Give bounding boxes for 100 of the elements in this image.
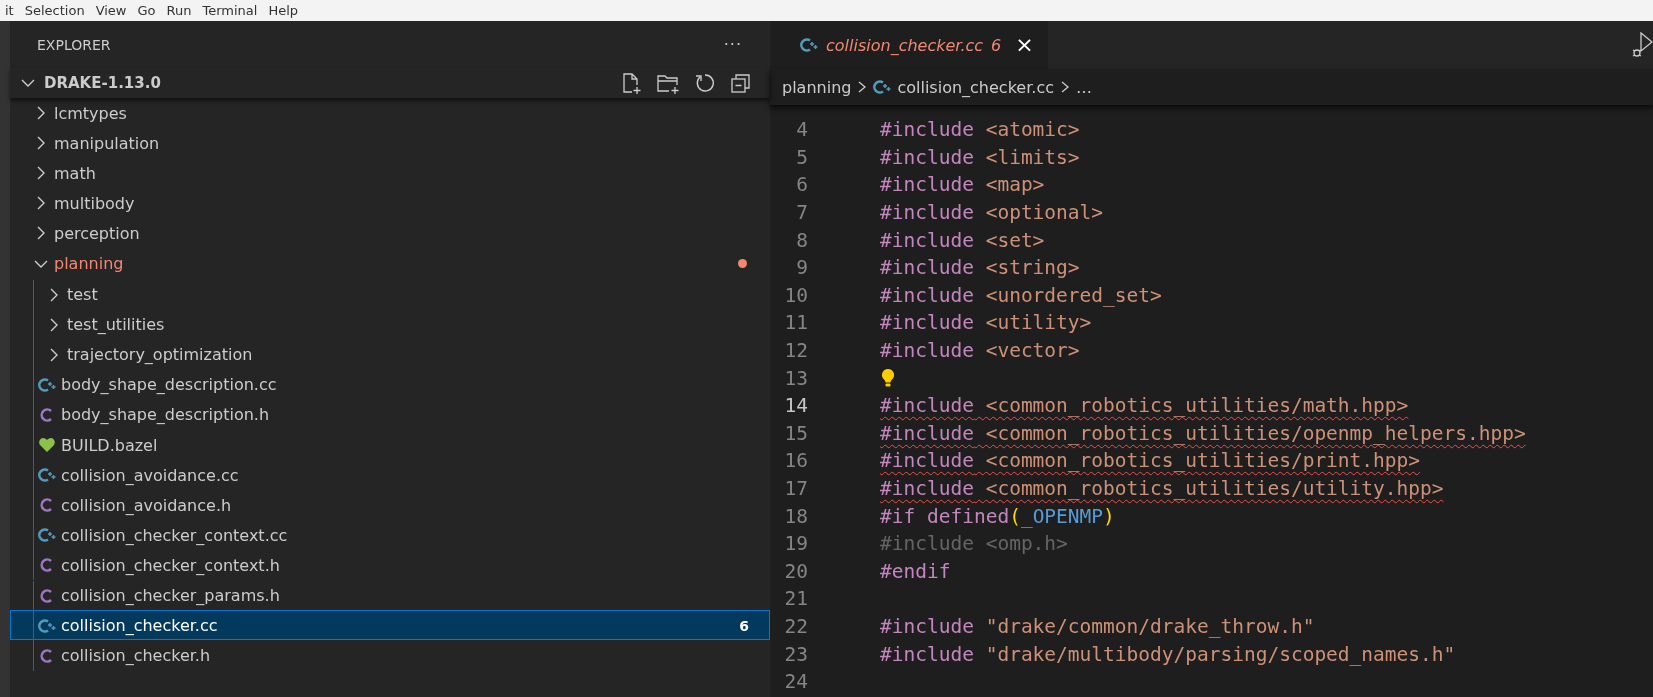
file-name: perception xyxy=(54,223,140,243)
breadcrumb-item[interactable]: collision_checker.cc xyxy=(897,77,1054,97)
file-name: math xyxy=(54,163,96,183)
file-name: collision_avoidance.cc xyxy=(61,465,239,485)
new-file-icon[interactable] xyxy=(620,72,642,94)
line-number: 20 xyxy=(783,559,808,583)
file-name: multibody xyxy=(54,193,135,213)
line-number: 9 xyxy=(795,256,808,280)
tree-item[interactable]: manipulation xyxy=(10,128,770,159)
tree-item[interactable]: body_shape_description.h xyxy=(10,398,770,430)
menu-item[interactable]: Help xyxy=(263,3,305,18)
code-line: #include <atomic> xyxy=(880,118,1080,142)
tree-item[interactable]: test xyxy=(10,278,770,309)
code-line: #include <unordered_set> xyxy=(880,283,1162,307)
line-number: 7 xyxy=(795,201,808,225)
line-number: 6 xyxy=(795,173,808,197)
tree-item[interactable]: collision_checker_context.cc xyxy=(10,519,770,550)
file-name: collision_checker.cc xyxy=(61,616,218,636)
breadcrumb-item[interactable]: planning xyxy=(782,77,852,97)
file-name: trajectory_optimization xyxy=(67,345,253,365)
cpp-file-icon xyxy=(38,616,56,635)
line-number: 17 xyxy=(783,477,808,500)
run-debug-icon[interactable] xyxy=(1631,31,1653,59)
tree-item[interactable]: perception xyxy=(10,218,770,249)
chevron-icon xyxy=(1060,80,1070,94)
file-name: collision_checker.h xyxy=(61,646,211,666)
tree-item[interactable]: collision_checker.cc 6 xyxy=(10,609,770,640)
line-number: 5 xyxy=(795,145,808,169)
code-line: #endif xyxy=(880,559,951,583)
tree-item[interactable]: collision_avoidance.h xyxy=(10,489,770,520)
line-number: 19 xyxy=(783,532,808,556)
chevron-icon xyxy=(857,80,868,94)
line-number: 14 xyxy=(783,394,808,418)
tree-item[interactable]: BUILD.bazel xyxy=(10,429,770,460)
file-name: collision_checker_params.h xyxy=(61,586,280,605)
line-number: 16 xyxy=(783,449,808,473)
cpp-file-icon xyxy=(800,36,818,54)
line-number: 13 xyxy=(783,366,808,390)
file-name: body_shape_description.h xyxy=(61,405,270,425)
more-actions-button[interactable]: ··· xyxy=(723,35,742,54)
menu-item[interactable]: Terminal xyxy=(197,3,264,18)
line-number: 12 xyxy=(783,339,808,363)
code-line: #include <set> xyxy=(880,228,1045,252)
cpp-file-icon xyxy=(873,78,892,96)
file-name: collision_checker_context.h xyxy=(61,555,280,575)
breadcrumb-item[interactable]: … xyxy=(1076,77,1092,97)
line-number: 21 xyxy=(783,587,808,611)
menu-item[interactable]: Go xyxy=(132,3,162,18)
line-number: 4 xyxy=(795,118,808,142)
line-number: 15 xyxy=(783,421,808,445)
collapse-all-icon[interactable] xyxy=(730,72,752,94)
tree-item[interactable]: body_shape_description.cc xyxy=(10,368,770,399)
tree-item[interactable]: test_utilities xyxy=(10,308,770,339)
tree-item[interactable]: lcmtypes xyxy=(10,98,770,129)
code-line: #include <omp.h> xyxy=(880,532,1068,556)
code-line: #include <optional> xyxy=(880,201,1104,225)
file-name: planning xyxy=(54,254,124,273)
editor-tab[interactable]: collision_checker.cc 6 × xyxy=(770,21,1048,69)
code-line: #include <map> xyxy=(880,173,1045,197)
cpp-file-icon xyxy=(38,466,56,485)
tree-item[interactable]: math xyxy=(10,158,770,189)
problem-count: 6 xyxy=(739,617,749,634)
menu-item[interactable]: it xyxy=(0,3,20,18)
code-line: #include "drake/common/drake_throw.h" xyxy=(880,615,1315,638)
tree-item[interactable]: collision_checker.h xyxy=(10,639,770,670)
cpp-file-icon xyxy=(38,375,56,394)
tree-item[interactable]: trajectory_optimization xyxy=(10,338,770,369)
tab-title: collision_checker.cc xyxy=(826,35,984,55)
menu-item[interactable]: View xyxy=(90,3,133,18)
code-line: #include <string> xyxy=(880,256,1080,280)
tree-item[interactable]: collision_checker_context.h xyxy=(10,549,770,580)
code-line: #include <vector> xyxy=(880,339,1080,363)
line-number: 22 xyxy=(783,615,808,638)
menu-item[interactable]: Run xyxy=(161,3,198,18)
workspace-title[interactable]: DRAKE-1.13.0 xyxy=(44,74,161,92)
code-line: #if defined(_OPENMP) xyxy=(880,504,1115,528)
refresh-icon[interactable] xyxy=(694,72,716,94)
tree-item[interactable]: collision_avoidance.cc xyxy=(10,459,770,490)
file-name: collision_checker_context.cc xyxy=(61,525,288,545)
lightbulb-icon[interactable] xyxy=(880,368,896,389)
line-number: 11 xyxy=(783,311,808,335)
menu-item[interactable]: Selection xyxy=(19,3,91,18)
line-number: 23 xyxy=(783,642,808,666)
code-line: #include <common_robotics_utilities/print.hpp> xyxy=(880,449,1421,473)
file-name: test_utilities xyxy=(67,315,165,335)
line-number: 10 xyxy=(783,283,808,307)
file-name: BUILD.bazel xyxy=(61,435,158,455)
tree-item[interactable]: planning xyxy=(10,248,770,279)
close-icon[interactable]: × xyxy=(1015,34,1034,56)
code-line: #include <utility> xyxy=(880,311,1092,335)
tree-item[interactable]: multibody xyxy=(10,188,770,219)
problem-count: 6 xyxy=(991,35,1002,55)
heart-icon xyxy=(38,436,56,455)
file-name: body_shape_description.cc xyxy=(61,375,277,395)
cpp-file-icon xyxy=(38,526,56,545)
code-line: #include <common_robotics_utilities/utility.hpp> xyxy=(880,477,1444,500)
code-line: #include "drake/multibody/parsing/scoped_names.h" xyxy=(880,642,1456,666)
code-line: #include <common_robotics_utilities/math.hpp> xyxy=(880,394,1409,418)
new-folder-icon[interactable] xyxy=(656,72,680,94)
file-name: collision_avoidance.h xyxy=(61,495,232,515)
